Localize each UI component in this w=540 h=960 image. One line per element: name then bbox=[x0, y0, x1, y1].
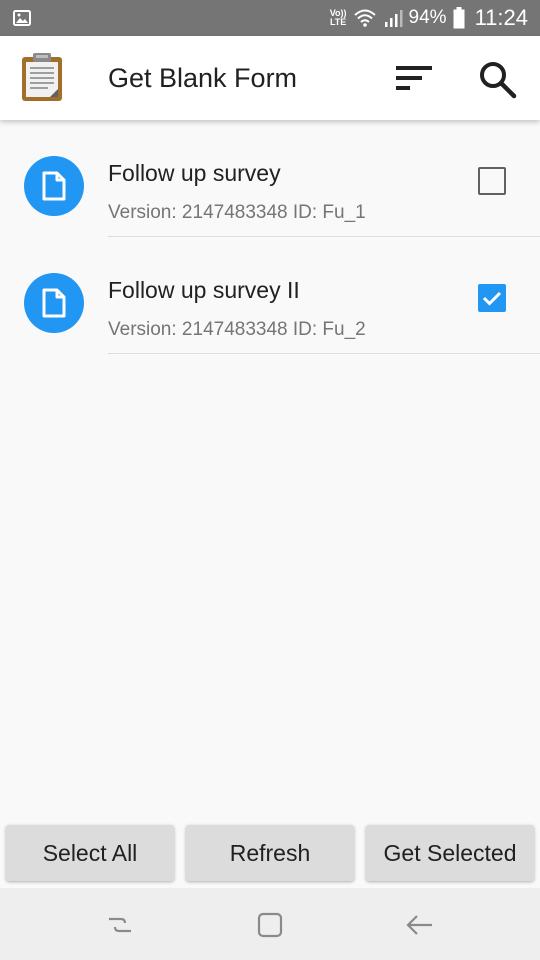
page-title: Get Blank Form bbox=[108, 63, 298, 93]
checkbox[interactable] bbox=[478, 284, 506, 312]
volte-indicator: Vo)) LTE bbox=[329, 8, 347, 27]
home-icon[interactable] bbox=[255, 910, 285, 940]
document-icon bbox=[24, 156, 84, 216]
back-icon[interactable] bbox=[405, 910, 435, 940]
search-icon[interactable] bbox=[472, 54, 522, 104]
check-icon bbox=[482, 291, 502, 306]
navigation-bar bbox=[0, 888, 540, 960]
select-all-button[interactable]: Select All bbox=[6, 825, 174, 881]
app-bar: Get Blank Form bbox=[0, 36, 540, 120]
list-item[interactable]: Follow up survey Version: 2147483348 ID:… bbox=[0, 120, 540, 237]
sort-icon[interactable] bbox=[388, 58, 440, 98]
wifi-icon bbox=[353, 9, 376, 27]
document-icon bbox=[24, 273, 84, 333]
form-subtitle: Version: 2147483348 ID: Fu_2 bbox=[108, 319, 366, 340]
battery-percent: 94% bbox=[408, 7, 447, 28]
form-title: Follow up survey II bbox=[108, 277, 300, 303]
list-item[interactable]: Follow up survey II Version: 2147483348 … bbox=[0, 237, 540, 354]
form-list: Follow up survey Version: 2147483348 ID:… bbox=[0, 120, 540, 354]
refresh-button[interactable]: Refresh bbox=[186, 825, 354, 881]
checkbox[interactable] bbox=[478, 167, 506, 195]
signal-icon bbox=[384, 10, 403, 27]
clock: 11:24 bbox=[474, 5, 528, 30]
form-subtitle: Version: 2147483348 ID: Fu_1 bbox=[108, 202, 366, 223]
clipboard-icon bbox=[22, 53, 62, 101]
image-notification-icon bbox=[13, 10, 31, 26]
status-bar: Vo)) LTE 94% 11:24 bbox=[0, 0, 540, 36]
get-selected-button[interactable]: Get Selected bbox=[366, 825, 534, 881]
form-title: Follow up survey bbox=[108, 160, 281, 186]
recent-apps-icon[interactable] bbox=[105, 910, 135, 940]
battery-icon bbox=[453, 7, 465, 29]
divider bbox=[108, 353, 540, 354]
